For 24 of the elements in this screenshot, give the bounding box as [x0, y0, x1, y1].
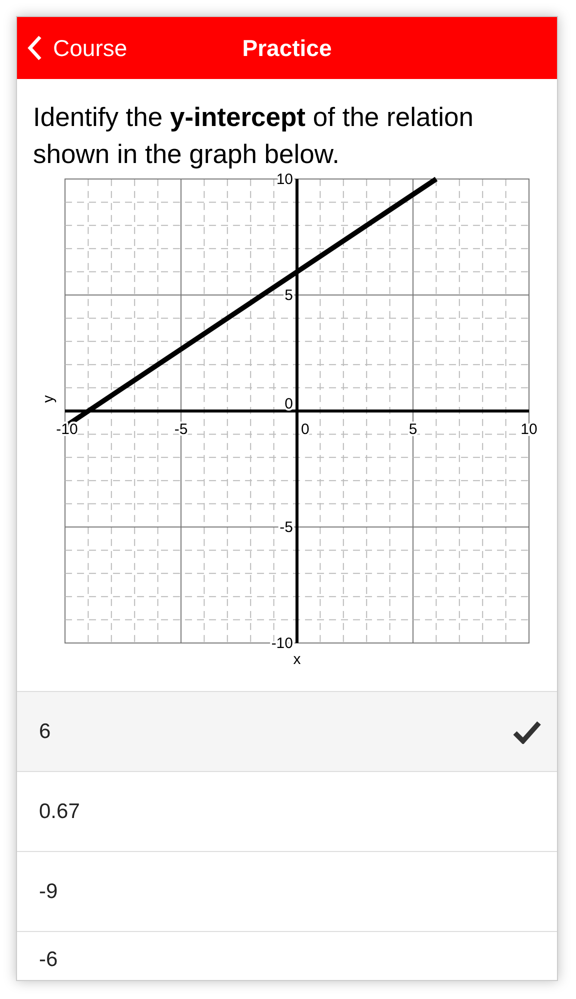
answer-label: 0.67 — [39, 800, 80, 824]
x-tick-label: 5 — [408, 421, 418, 438]
answer-label: -6 — [39, 948, 58, 972]
answer-label: -9 — [39, 880, 58, 904]
x-tick-label: 0 — [301, 421, 310, 438]
y-tick-label: 5 — [284, 287, 293, 304]
answer-option[interactable]: 0.67 — [17, 772, 557, 852]
nav-title: Practice — [242, 34, 332, 62]
question-text: Identify the y-intercept of the relation shown in the graph below. — [33, 101, 474, 172]
x-tick-label: -5 — [174, 421, 188, 438]
answer-option[interactable]: 6 — [17, 692, 557, 772]
checkmark-icon — [513, 720, 541, 744]
x-axis-label: x — [293, 651, 301, 668]
x-tick-label: 10 — [520, 421, 538, 438]
y-axis-label: y — [40, 395, 57, 403]
y-tick-label: 10 — [276, 173, 293, 188]
answer-option[interactable]: -6 — [17, 932, 557, 976]
answer-option[interactable]: -9 — [17, 852, 557, 932]
y-tick-label: -5 — [280, 519, 293, 536]
y-tick-label: -10 — [271, 635, 293, 652]
chevron-left-icon — [27, 34, 43, 62]
answer-label: 6 — [39, 720, 51, 744]
y-tick-label: 0 — [284, 396, 293, 413]
back-button[interactable]: Course — [17, 34, 128, 62]
